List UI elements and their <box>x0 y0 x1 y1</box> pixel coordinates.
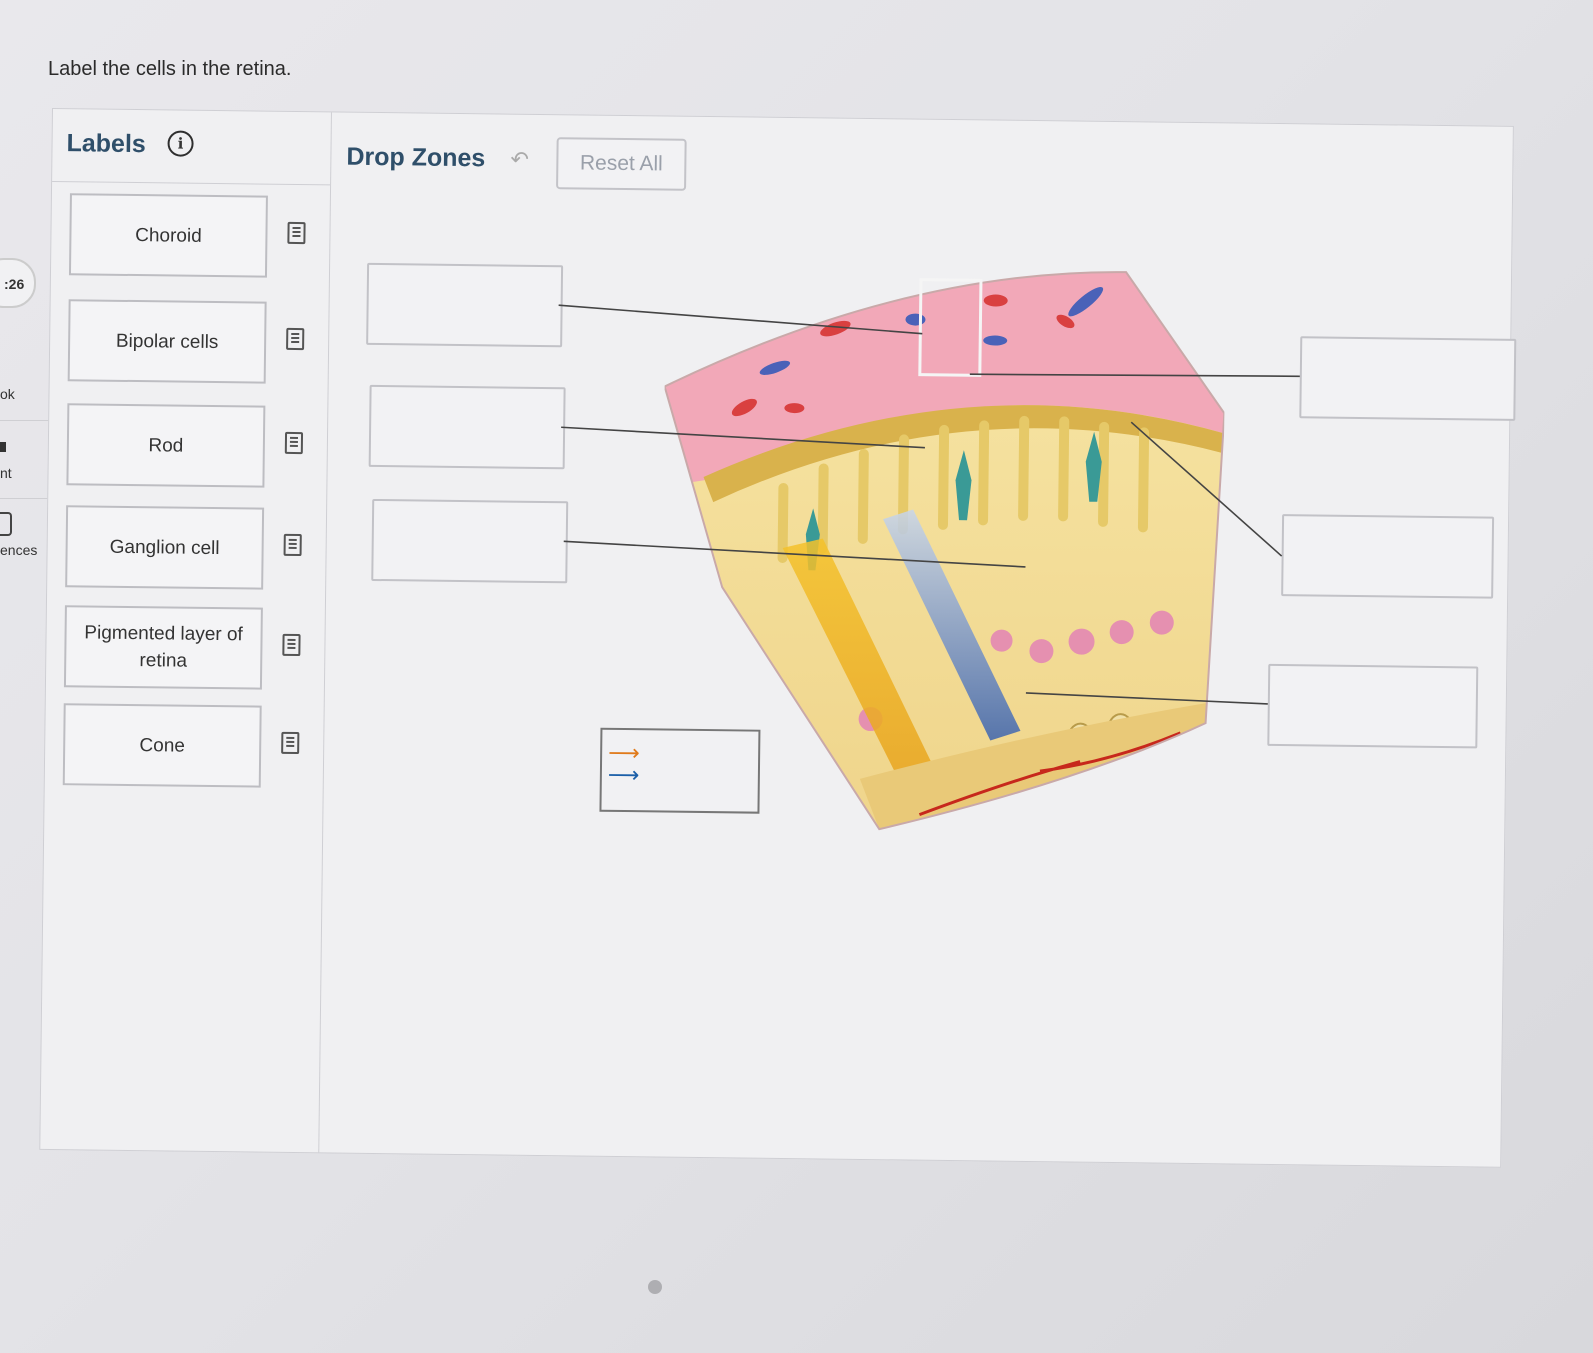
question-prompt: Label the cells in the retina. <box>48 58 292 80</box>
drop-zones-title: Drop Zones <box>346 142 486 173</box>
note-icon[interactable] <box>284 431 304 455</box>
sidebar-item-2[interactable]: nt <box>0 465 12 481</box>
sidebar-item-1[interactable]: ok <box>0 386 15 402</box>
drop-zone-left-3[interactable] <box>371 498 569 584</box>
retina-illustration <box>659 266 1227 834</box>
drop-zone-right-1[interactable] <box>1299 336 1517 421</box>
label-ganglion-cell[interactable]: Ganglion cell <box>65 505 265 590</box>
drop-zone-right-3[interactable] <box>1267 663 1479 749</box>
sidebar-item-3[interactable]: ences <box>0 542 37 558</box>
label-choroid[interactable]: Choroid <box>68 193 268 278</box>
sidebar-divider <box>0 420 52 421</box>
label-pigmented-layer[interactable]: Pigmented layer of retina <box>63 605 263 690</box>
blue-arrow-icon: ⟶ <box>607 761 640 788</box>
label-rod[interactable]: Rod <box>66 403 266 488</box>
book-icon[interactable] <box>0 512 12 536</box>
label-bipolar-cells[interactable]: Bipolar cells <box>67 299 267 384</box>
pagination-dot[interactable] <box>648 1280 662 1294</box>
note-icon[interactable] <box>281 731 300 755</box>
labels-title: Labels <box>66 129 146 159</box>
note-icon[interactable] <box>283 533 302 557</box>
reset-all-button[interactable]: Reset All <box>556 137 687 191</box>
note-icon[interactable] <box>282 633 301 657</box>
drop-zone-left-2[interactable] <box>368 384 566 470</box>
note-icon[interactable] <box>287 221 306 245</box>
timer-text: :26 <box>4 276 25 292</box>
drop-zone-right-2[interactable] <box>1281 514 1495 599</box>
undo-arrow-icon[interactable]: ↶ <box>510 147 529 173</box>
sidebar-divider <box>0 498 52 499</box>
label-cone[interactable]: Cone <box>62 703 262 788</box>
note-icon[interactable] <box>286 327 305 351</box>
info-icon[interactable]: i <box>167 130 194 157</box>
labels-header: Labels i <box>52 109 331 186</box>
sidebar-marker <box>0 442 6 452</box>
drop-zone-left-1[interactable] <box>366 262 564 348</box>
labels-column: Labels i Choroid Bipolar cells Rod Gangl… <box>40 109 332 1153</box>
labeling-panel: Labels i Choroid Bipolar cells Rod Gangl… <box>39 108 1517 1168</box>
